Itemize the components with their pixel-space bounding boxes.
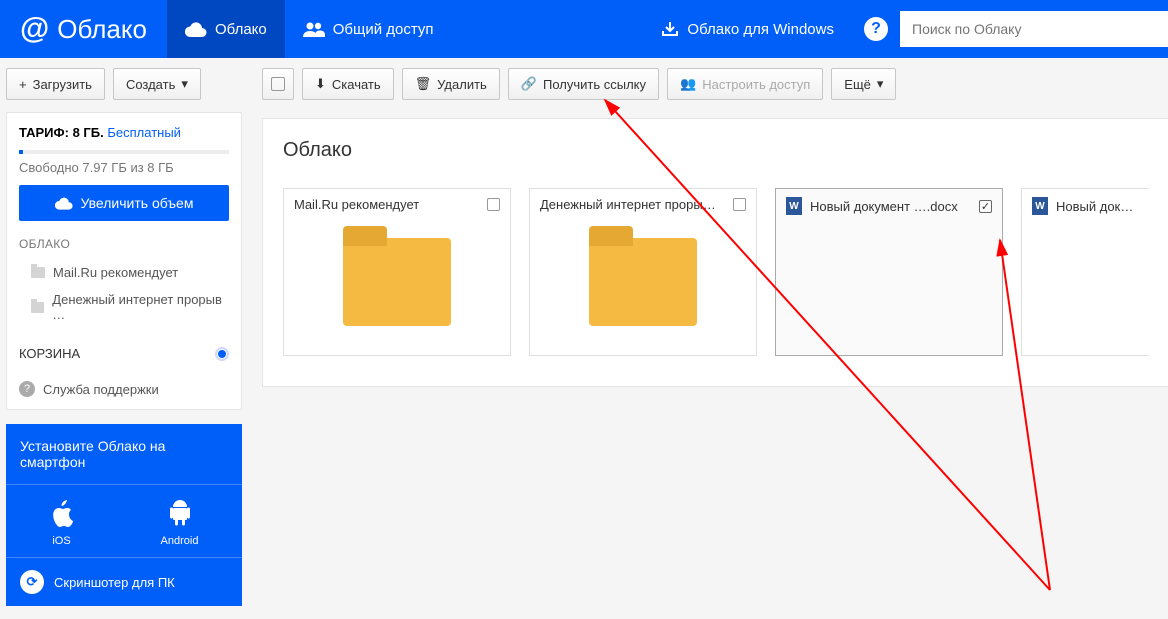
search-box[interactable]	[900, 11, 1168, 47]
toolbar: ⬇Скачать 🗑Удалить 🔗Получить ссылку 👥Наст…	[262, 68, 1168, 100]
chevron-down-icon: ▾	[877, 76, 884, 92]
create-button[interactable]: Создать▾	[113, 68, 201, 100]
folder-icon	[31, 267, 45, 278]
people-icon	[303, 21, 325, 37]
nav-shared[interactable]: Общий доступ	[285, 0, 452, 58]
sidebar-folder-item[interactable]: Денежный интернет прорыв …	[19, 286, 229, 328]
question-icon: ?	[19, 381, 35, 397]
help-icon[interactable]: ?	[864, 17, 888, 41]
screenshoter-link[interactable]: ⟳ Скриншотер для ПК	[6, 557, 242, 606]
download-button[interactable]: ⬇Скачать	[302, 68, 394, 100]
support-link[interactable]: ? Служба поддержки	[19, 381, 229, 397]
increase-storage-button[interactable]: Увеличить объем	[19, 185, 229, 221]
folder-icon	[343, 238, 451, 326]
people-icon: 👥	[680, 76, 696, 92]
select-all-checkbox[interactable]	[262, 68, 294, 100]
quota-text: Свободно 7.97 ГБ из 8 ГБ	[19, 160, 229, 175]
folder-icon	[31, 302, 44, 313]
file-card-doc[interactable]: W Новый докумен	[1021, 188, 1149, 356]
plus-icon: +	[19, 77, 27, 92]
file-grid: Mail.Ru рекомендует Денежный интернет пр…	[283, 188, 1168, 356]
file-card-doc[interactable]: W Новый документ ….docx	[775, 188, 1003, 356]
app-header: @ Облако Облако Общий доступ Облако для …	[0, 0, 1168, 58]
tariff-line: ТАРИФ: 8 ГБ. Бесплатный	[19, 125, 229, 140]
apple-icon	[50, 499, 74, 527]
mobile-promo: Установите Облако на смартфон iOS Androi…	[6, 424, 242, 606]
logo[interactable]: @ Облако	[0, 0, 167, 58]
ios-app-link[interactable]: iOS	[50, 499, 74, 547]
file-checkbox[interactable]	[979, 200, 992, 213]
section-cloud: ОБЛАКО	[19, 237, 229, 251]
delete-button[interactable]: 🗑Удалить	[402, 68, 500, 100]
breadcrumb[interactable]: Облако	[283, 139, 1168, 162]
radio-icon	[215, 347, 229, 361]
main-area: ⬇Скачать 🗑Удалить 🔗Получить ссылку 👥Наст…	[248, 58, 1168, 616]
nav-windows[interactable]: Облако для Windows	[643, 0, 852, 58]
file-checkbox[interactable]	[733, 198, 746, 211]
folder-icon	[589, 238, 697, 326]
file-card-folder[interactable]: Денежный интернет проры…	[529, 188, 757, 356]
link-icon: 🔗	[521, 76, 537, 92]
cloud-icon	[55, 197, 73, 210]
get-link-button[interactable]: 🔗Получить ссылку	[508, 68, 659, 100]
download-icon	[661, 20, 679, 38]
nav-group: Облако Общий доступ	[167, 0, 452, 58]
word-icon: W	[1032, 197, 1048, 215]
trash-row[interactable]: КОРЗИНА	[19, 346, 229, 361]
download-icon: ⬇	[315, 76, 326, 92]
chevron-down-icon: ▾	[181, 76, 188, 92]
cloud-icon	[185, 22, 207, 37]
search-input[interactable]	[912, 21, 1156, 37]
content-panel: Облако Mail.Ru рекомендует Денежный инте…	[262, 118, 1168, 387]
sidebar-folder-item[interactable]: Mail.Ru рекомендует	[19, 259, 229, 286]
brand-text: Облако	[57, 14, 147, 45]
android-icon	[168, 499, 192, 527]
upload-button[interactable]: +Загрузить	[6, 68, 105, 100]
android-app-link[interactable]: Android	[161, 499, 199, 547]
refresh-icon: ⟳	[20, 570, 44, 594]
trash-icon: 🗑	[415, 76, 432, 92]
tariff-plan-link[interactable]: Бесплатный	[107, 125, 181, 140]
word-icon: W	[786, 197, 802, 215]
sidebar: +Загрузить Создать▾ ТАРИФ: 8 ГБ. Бесплат…	[0, 58, 248, 616]
configure-access-button[interactable]: 👥Настроить доступ	[667, 68, 823, 100]
quota-card: ТАРИФ: 8 ГБ. Бесплатный Свободно 7.97 ГБ…	[6, 112, 242, 410]
more-button[interactable]: Ещё▾	[831, 68, 896, 100]
quota-progress	[19, 150, 229, 154]
promo-title: Установите Облако на смартфон	[6, 424, 242, 485]
nav-cloud[interactable]: Облако	[167, 0, 285, 58]
file-checkbox[interactable]	[487, 198, 500, 211]
logo-at-icon: @	[20, 12, 49, 46]
file-card-folder[interactable]: Mail.Ru рекомендует	[283, 188, 511, 356]
